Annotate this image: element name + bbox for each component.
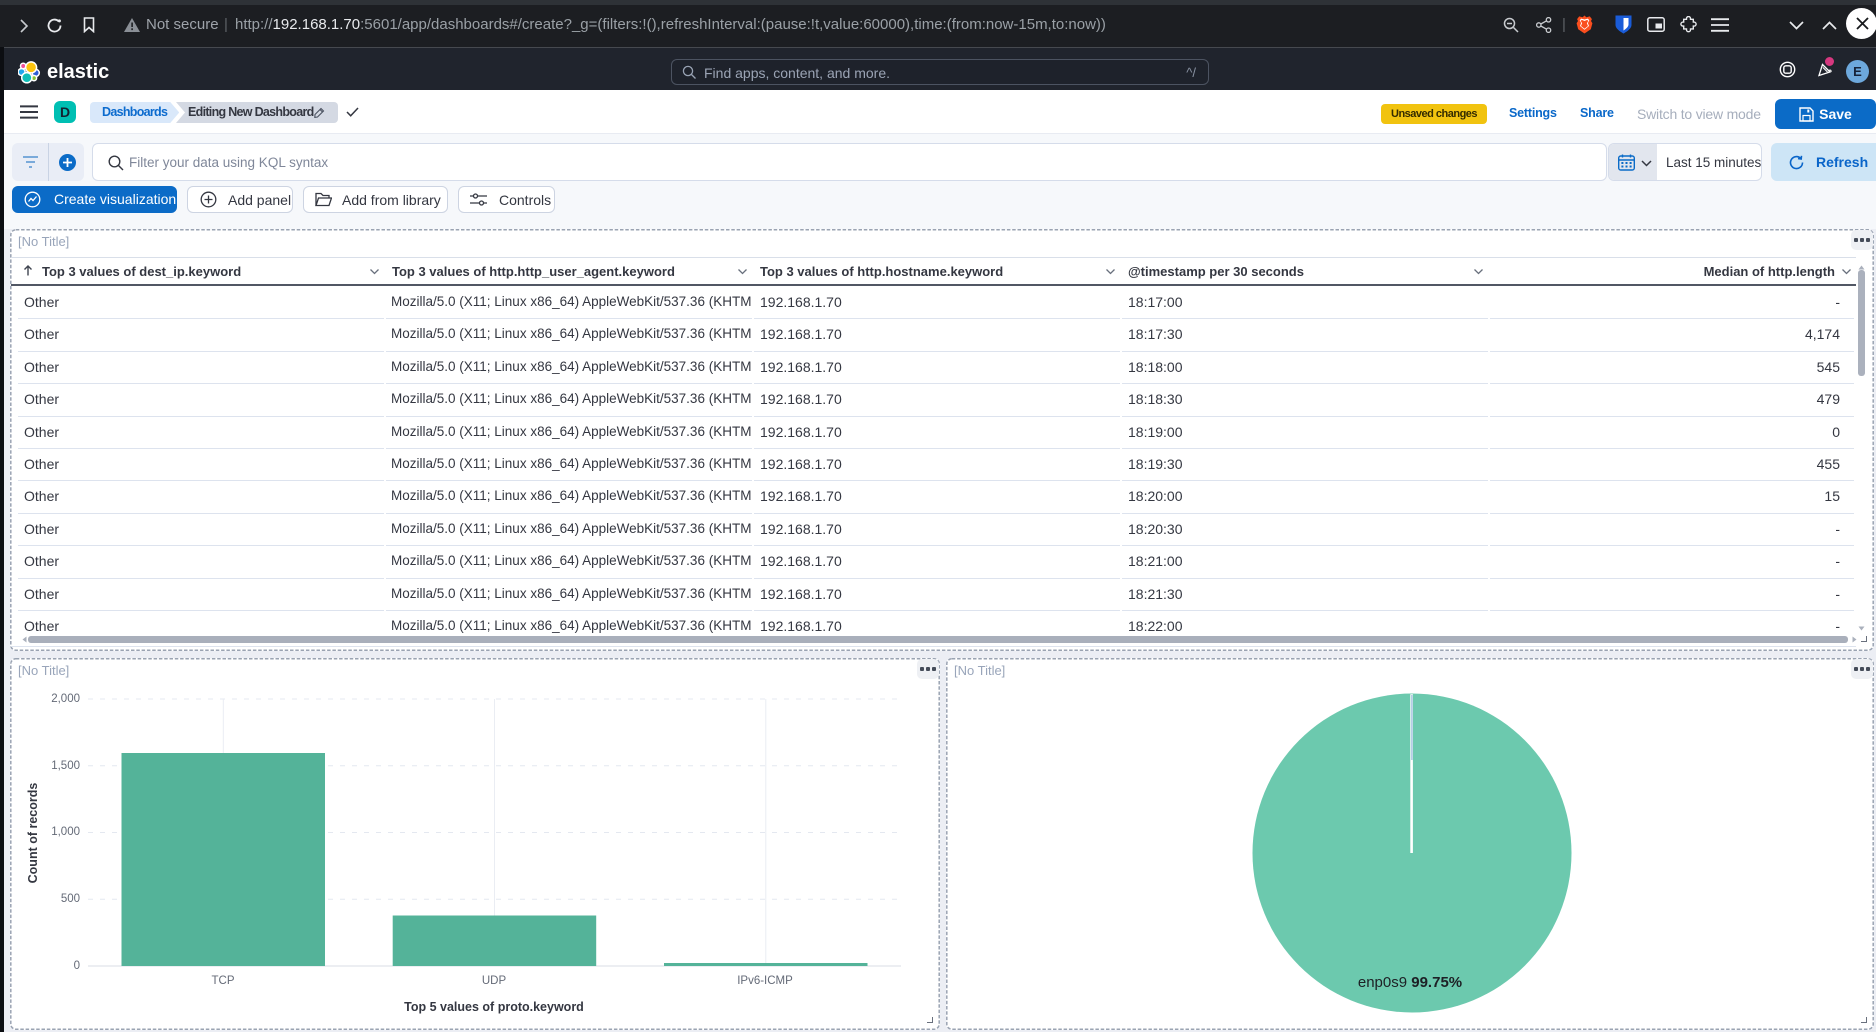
svg-text:enp0s9 99.75%: enp0s9 99.75%: [1358, 974, 1462, 991]
